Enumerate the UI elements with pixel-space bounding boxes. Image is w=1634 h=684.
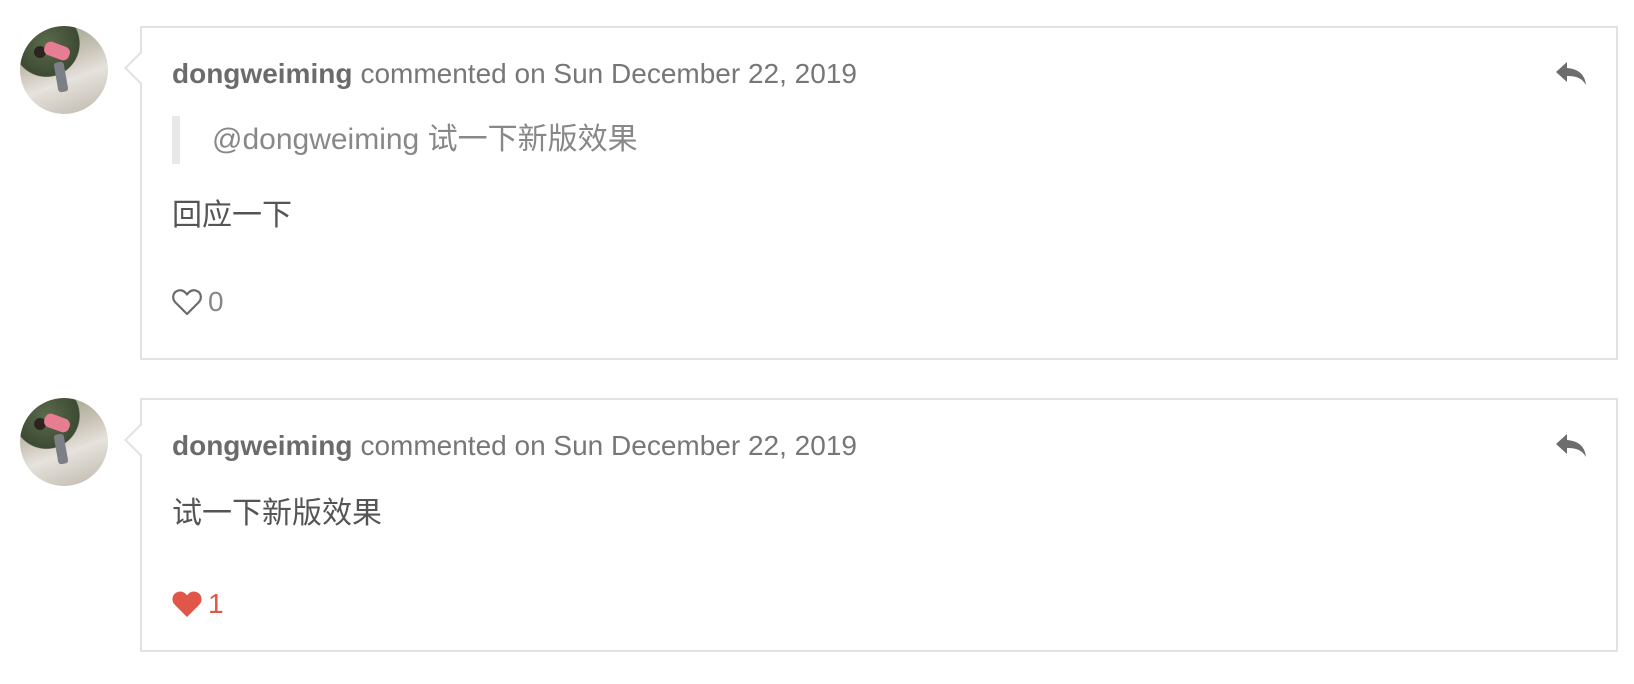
comment-header: dongweiming commented on Sun December 22,… xyxy=(172,428,857,464)
comment-meta: commented on Sun December 22, 2019 xyxy=(360,58,857,89)
avatar-figure-shape xyxy=(42,39,72,63)
avatar-legs-shape xyxy=(53,433,69,465)
comment-header: dongweiming commented on Sun December 22,… xyxy=(172,56,857,92)
comment-author[interactable]: dongweiming xyxy=(172,58,352,89)
comment-meta: commented on Sun December 22, 2019 xyxy=(360,430,857,461)
comment-author[interactable]: dongweiming xyxy=(172,430,352,461)
comment-card: dongweiming commented on Sun December 22,… xyxy=(140,26,1618,360)
quote-bar xyxy=(172,116,180,164)
like-button[interactable]: 1 xyxy=(172,588,224,620)
comment-card: dongweiming commented on Sun December 22,… xyxy=(140,398,1618,652)
comment-body: 试一下新版效果 xyxy=(172,497,382,530)
heart-filled-icon xyxy=(172,591,202,617)
avatar[interactable] xyxy=(20,26,108,114)
reply-icon[interactable] xyxy=(1554,430,1588,460)
heart-outline-icon xyxy=(172,289,202,316)
avatar[interactable] xyxy=(20,398,108,486)
avatar-figure-shape xyxy=(42,411,72,435)
reply-icon[interactable] xyxy=(1554,58,1588,88)
avatar-legs-shape xyxy=(53,61,69,93)
comment-body: 回应一下 xyxy=(172,199,292,232)
like-button[interactable]: 0 xyxy=(172,286,224,318)
like-count: 1 xyxy=(208,588,224,619)
quote-text: @dongweiming 试一下新版效果 xyxy=(212,123,638,156)
like-count: 0 xyxy=(208,286,224,317)
